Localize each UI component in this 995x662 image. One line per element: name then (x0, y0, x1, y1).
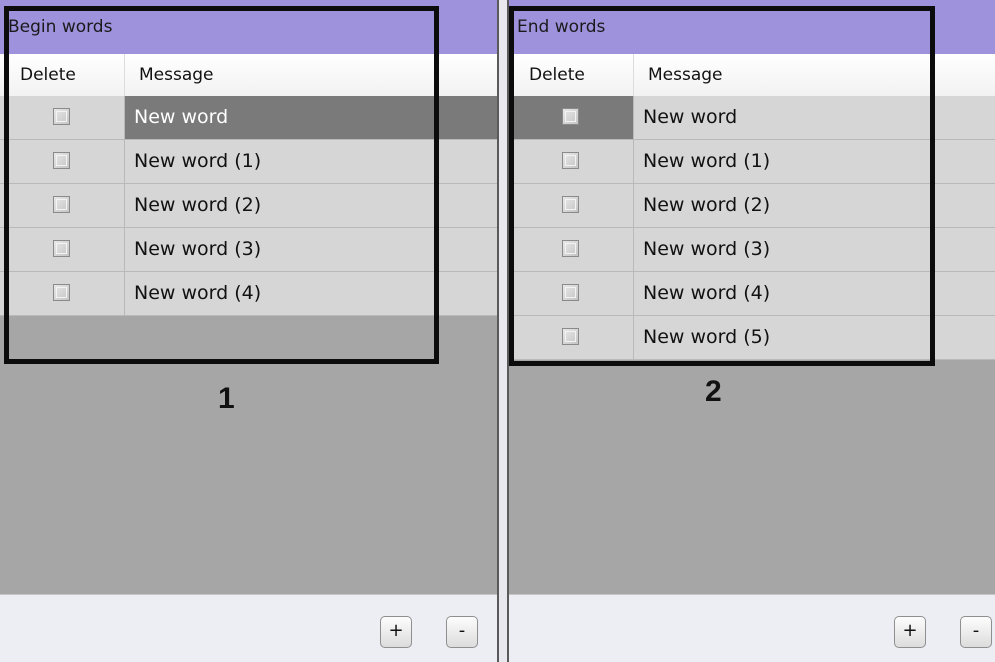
begin-words-panel: Begin words Delete Message New word New … (0, 0, 497, 662)
splitter-line (497, 0, 499, 662)
end-words-panel: End words Delete Message New word New wo… (509, 0, 995, 662)
panel-splitter[interactable] (497, 0, 509, 662)
add-button[interactable]: + (380, 616, 412, 648)
remove-button[interactable]: - (960, 616, 992, 648)
annotation-box (509, 6, 935, 366)
remove-button[interactable]: - (446, 616, 478, 648)
end-words-footer: + - (509, 594, 995, 662)
begin-words-footer: + - (0, 594, 497, 662)
annotation-number: 1 (218, 382, 235, 415)
annotation-number: 2 (705, 375, 722, 408)
add-button[interactable]: + (894, 616, 926, 648)
annotation-box (4, 6, 439, 364)
